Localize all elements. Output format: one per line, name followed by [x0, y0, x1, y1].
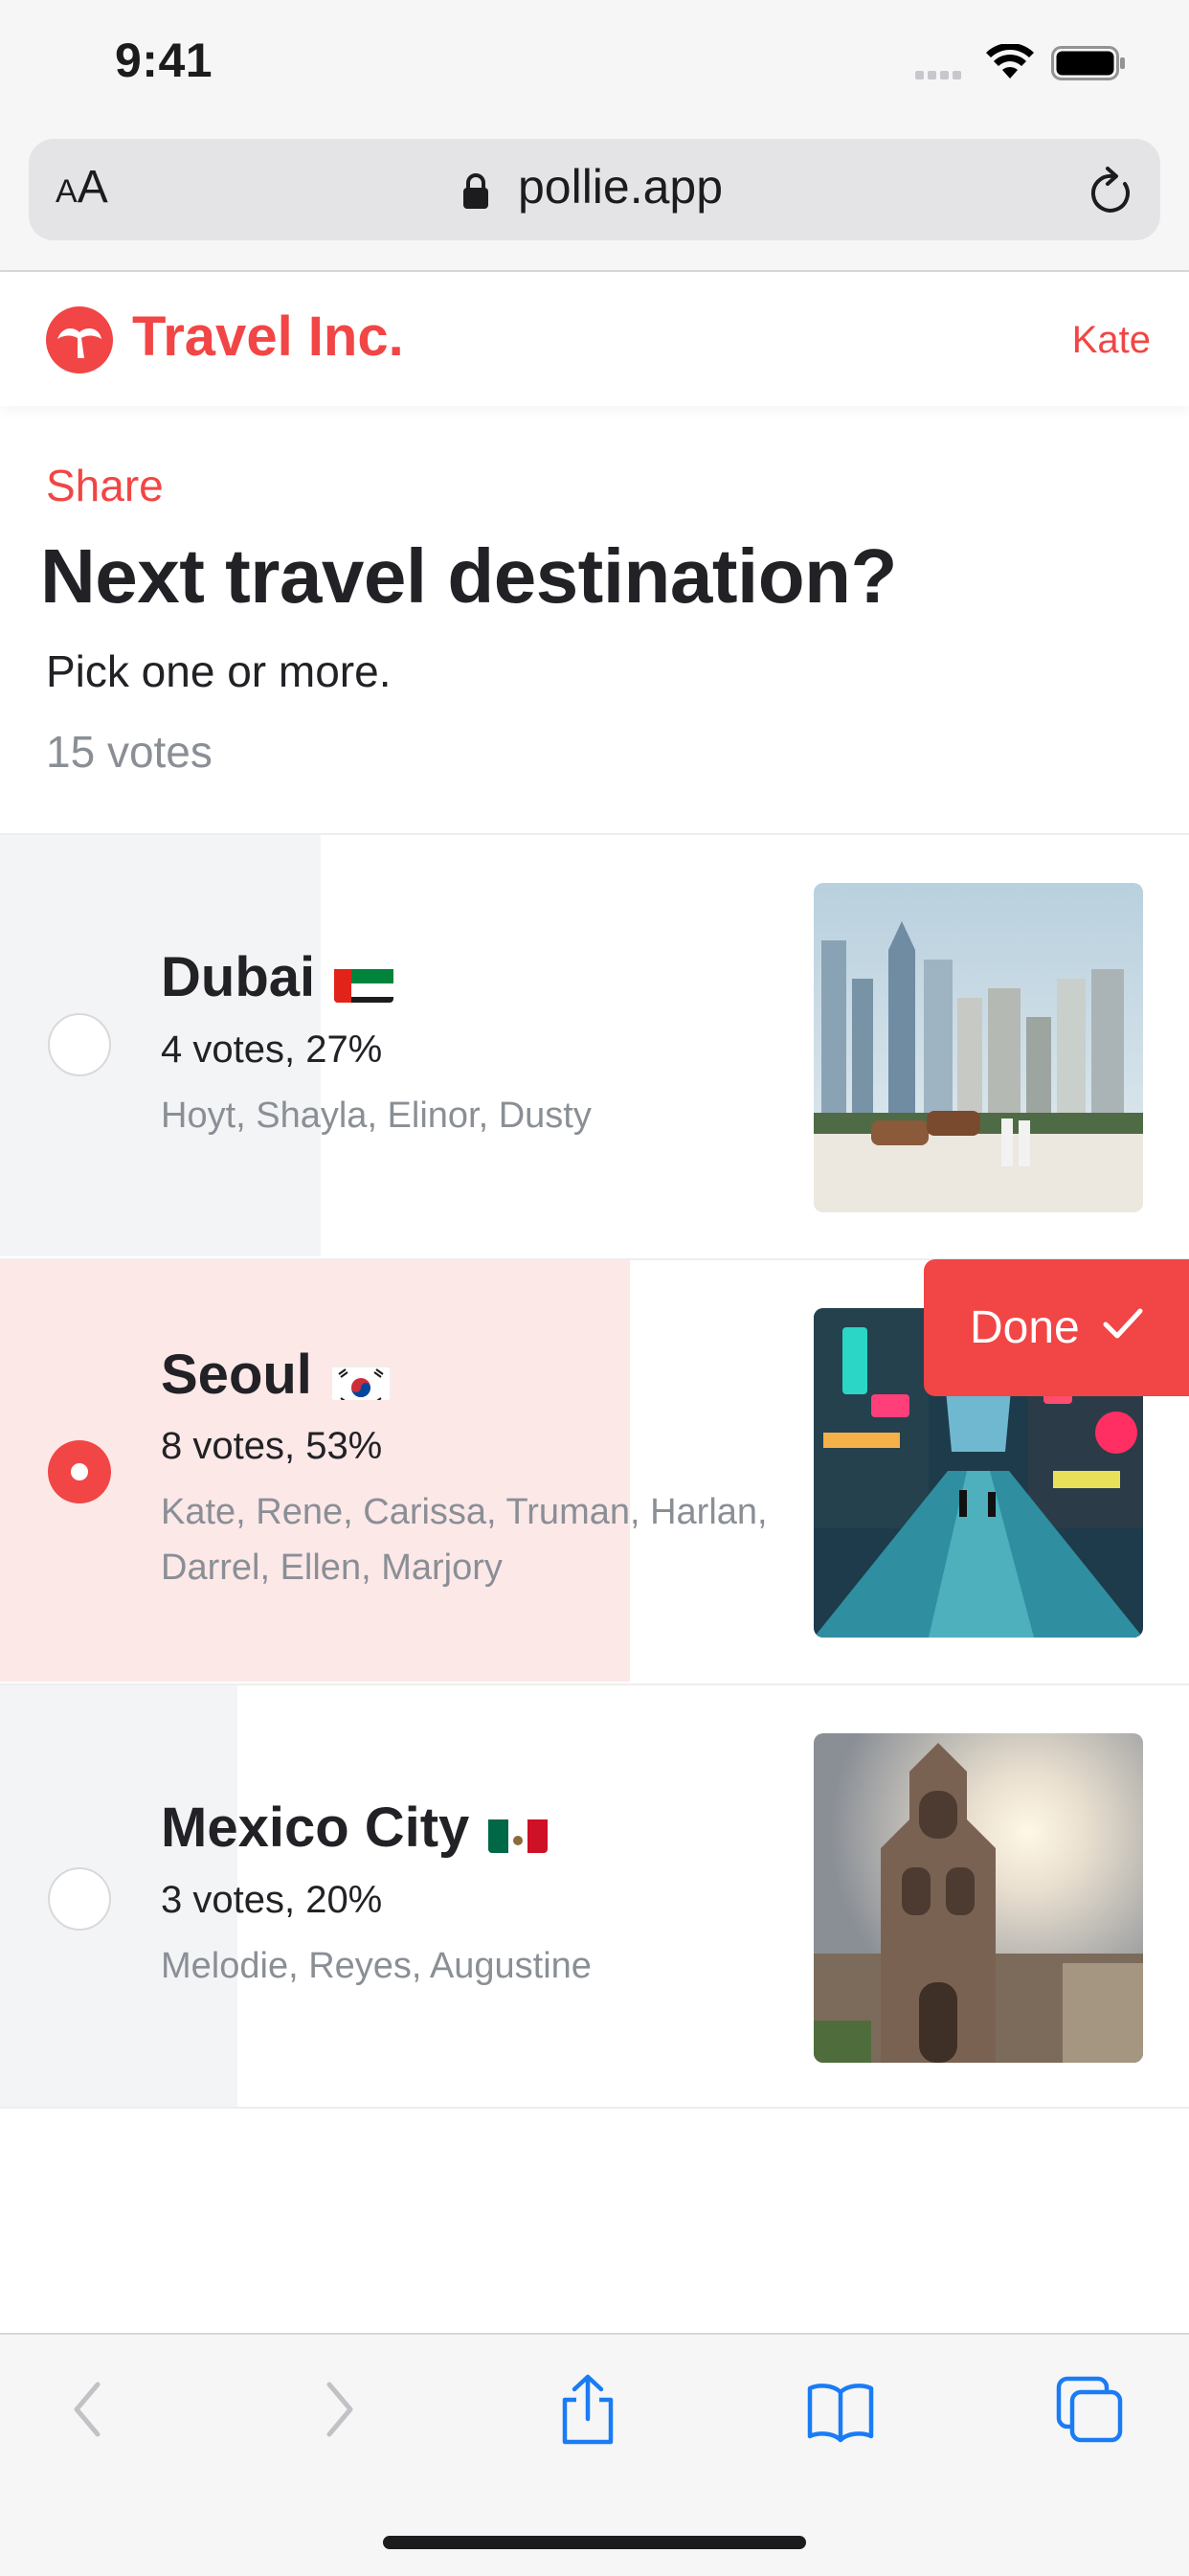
united-arab-emirates-flag-icon	[334, 960, 394, 1003]
radio-button[interactable]	[48, 1867, 111, 1931]
option-stats: 8 votes, 53%	[161, 1425, 383, 1467]
status-time: 9:41	[115, 34, 213, 87]
bookmarks-icon[interactable]	[804, 2373, 877, 2446]
user-menu[interactable]: Kate	[1053, 319, 1151, 362]
share-link[interactable]: Share	[46, 460, 164, 511]
option-voters: Kate, Rene, Carissa, Truman, Harlan, Dar…	[161, 1492, 768, 1588]
cellular-signal-icon	[915, 67, 965, 84]
poll-option-dubai[interactable]: Dubai 4 votes, 27% Hoyt, Shayla, Elinor,…	[0, 833, 1189, 1258]
poll-option-mexico-city[interactable]: Mexico City 3 votes, 20% Melodie, Reyes,…	[0, 1683, 1189, 2109]
radio-button[interactable]	[48, 1013, 111, 1076]
option-title: Mexico City	[161, 1796, 549, 1860]
option-voters: Melodie, Reyes, Augustine	[161, 1946, 592, 1986]
option-name: Mexico City	[161, 1796, 470, 1859]
tabs-icon[interactable]	[1053, 2373, 1126, 2446]
south-korea-flag-icon	[330, 1358, 391, 1400]
share-icon[interactable]	[551, 2373, 624, 2446]
mexico-flag-icon	[488, 1811, 549, 1853]
mexico-city-photo	[814, 1733, 1143, 2063]
list-divider	[0, 2107, 1189, 2109]
option-name: Seoul	[161, 1344, 312, 1406]
dubai-photo	[814, 883, 1143, 1212]
checkmark-icon	[1103, 1308, 1143, 1339]
option-voters: Hoyt, Shayla, Elinor, Dusty	[161, 1096, 592, 1136]
vote-count: 15 votes	[46, 727, 213, 777]
option-stats: 3 votes, 20%	[161, 1879, 383, 1921]
option-stats: 4 votes, 27%	[161, 1028, 383, 1071]
done-button[interactable]: Done	[924, 1259, 1189, 1396]
radio-button-selected[interactable]	[48, 1440, 111, 1503]
url-text: pollie.app	[517, 160, 724, 214]
done-label: Done	[970, 1302, 1080, 1353]
wifi-icon	[986, 44, 1034, 79]
poll-title: Next travel destination?	[40, 533, 897, 619]
home-indicator	[383, 2536, 806, 2549]
battery-icon	[1051, 46, 1125, 80]
back-arrow-icon[interactable]	[54, 2373, 126, 2446]
option-title: Dubai	[161, 945, 394, 1009]
option-title: Seoul	[161, 1343, 391, 1407]
reload-icon[interactable]	[1087, 163, 1138, 218]
poll-subtitle: Pick one or more.	[46, 646, 392, 696]
option-name: Dubai	[161, 946, 316, 1008]
forward-arrow-icon[interactable]	[301, 2373, 373, 2446]
brand-name[interactable]: Travel Inc.	[132, 305, 404, 369]
palm-tree-logo-icon[interactable]	[46, 306, 113, 373]
